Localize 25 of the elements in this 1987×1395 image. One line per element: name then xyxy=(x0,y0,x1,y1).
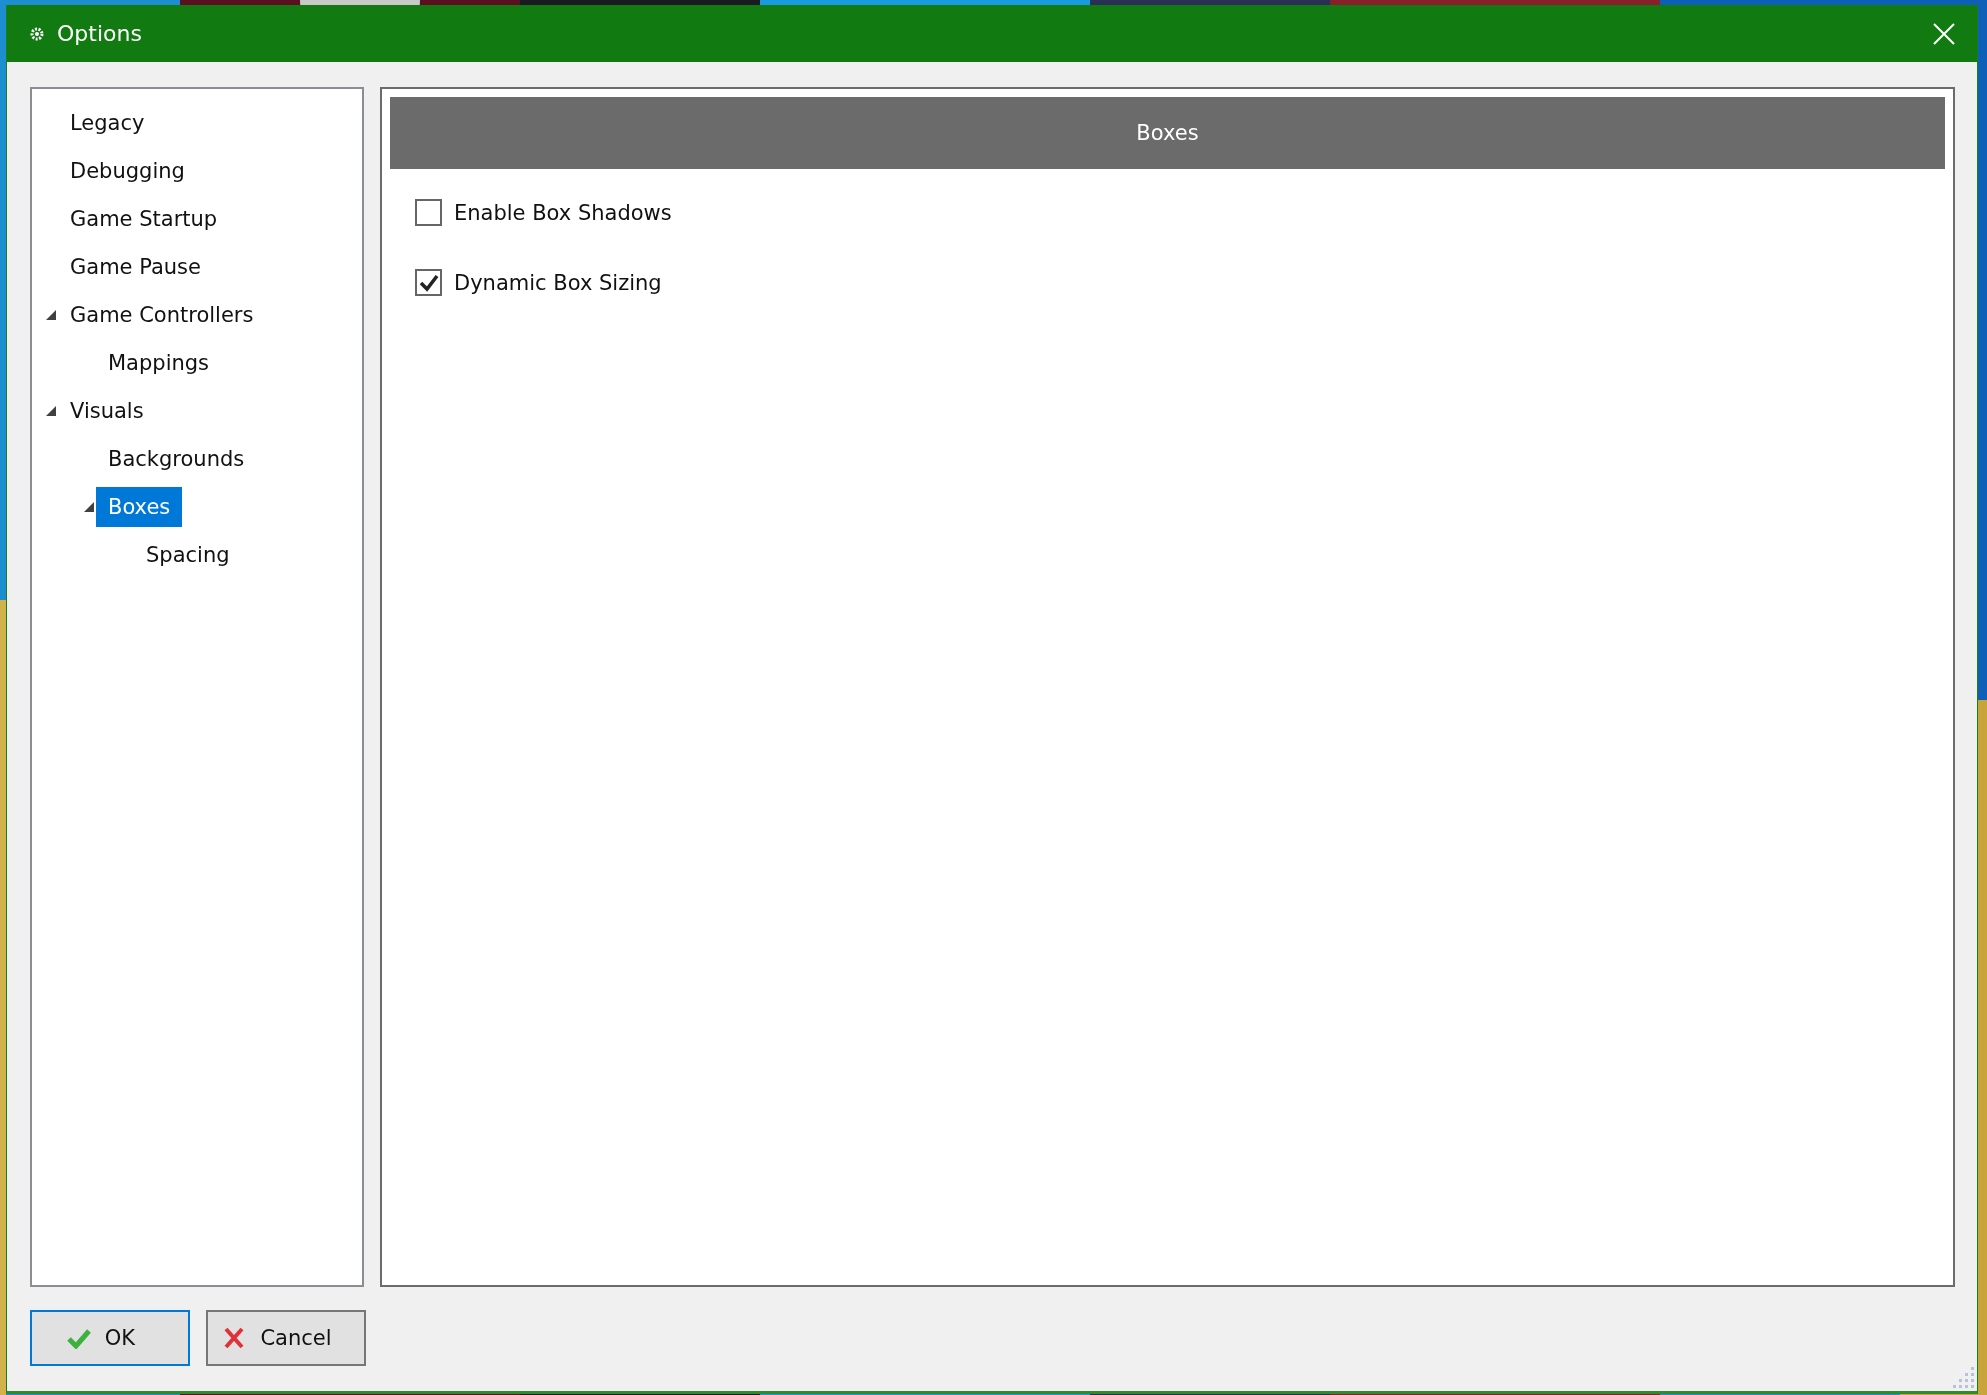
tree-item[interactable]: Spacing xyxy=(132,536,244,574)
tree-item[interactable]: Game Startup xyxy=(56,200,232,238)
window-title: Options xyxy=(57,21,143,46)
checkbox-label[interactable]: Dynamic Box Sizing xyxy=(454,270,662,295)
close-button[interactable] xyxy=(1931,20,1957,47)
tree-item[interactable]: Backgrounds xyxy=(94,440,259,478)
checkmark-icon xyxy=(66,1327,91,1349)
tree-item[interactable]: Mappings xyxy=(94,344,224,382)
ok-button[interactable]: OK xyxy=(30,1310,190,1366)
checkbox[interactable] xyxy=(415,199,442,226)
cancel-button[interactable]: Cancel xyxy=(206,1310,366,1366)
resize-grip-icon[interactable] xyxy=(1951,1365,1975,1389)
expanded-arrow-icon[interactable] xyxy=(83,501,95,513)
expanded-arrow-icon[interactable] xyxy=(45,309,57,321)
tree-item[interactable]: Game Controllers xyxy=(56,296,268,334)
tree-item[interactable]: Legacy xyxy=(56,104,159,142)
checkbox[interactable] xyxy=(415,269,442,296)
section-header: Boxes xyxy=(390,97,1945,169)
gear-icon xyxy=(29,25,45,42)
expanded-arrow-icon[interactable] xyxy=(45,405,57,417)
tree-item[interactable]: Debugging xyxy=(56,152,199,190)
tree-item[interactable]: Boxes xyxy=(96,487,183,527)
checkbox-label[interactable]: Enable Box Shadows xyxy=(454,200,672,225)
tree-item[interactable]: Visuals xyxy=(56,392,158,430)
tree-item[interactable]: Game Pause xyxy=(56,248,215,286)
